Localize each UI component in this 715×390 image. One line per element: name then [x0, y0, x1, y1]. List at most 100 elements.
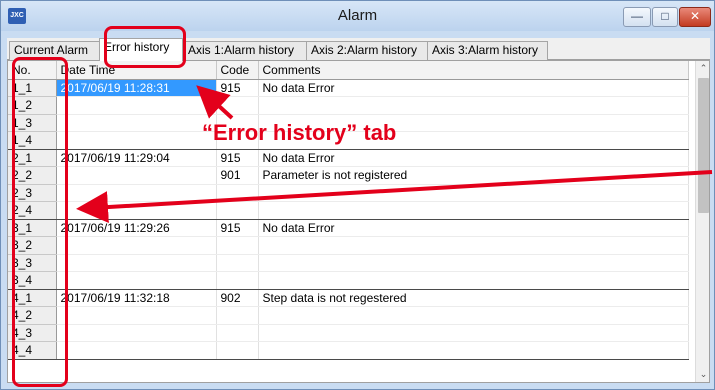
cell-code[interactable]: 915 — [216, 149, 259, 167]
column-header-no[interactable]: No. — [8, 61, 57, 80]
cell-no[interactable]: 3_1 — [8, 219, 57, 237]
cell-code[interactable]: 901 — [216, 166, 259, 185]
cell-no[interactable]: 3_3 — [8, 254, 57, 272]
cell-no[interactable]: 1_1 — [8, 79, 57, 97]
cell-no[interactable]: 3_2 — [8, 236, 57, 255]
cell-datetime[interactable] — [56, 201, 217, 220]
scroll-thumb[interactable] — [698, 78, 709, 213]
cell-datetime[interactable]: 2017/06/19 11:29:04 — [56, 149, 217, 167]
table-row[interactable]: 3_3 — [8, 254, 689, 272]
table-row[interactable]: 2_3 — [8, 184, 689, 202]
cell-comment[interactable]: No data Error — [258, 79, 689, 97]
cell-code[interactable] — [216, 271, 259, 290]
table-row[interactable]: 2_1 2017/06/19 11:29:04 915 No data Error — [8, 149, 689, 167]
cell-datetime[interactable] — [56, 236, 217, 255]
cell-datetime[interactable] — [56, 271, 217, 290]
table-row[interactable]: 3_1 2017/06/19 11:29:26 915 No data Error — [8, 219, 689, 237]
maximize-button[interactable]: □ — [652, 7, 678, 27]
cell-datetime[interactable]: 2017/06/19 11:32:18 — [56, 289, 217, 307]
table-row[interactable]: 3_4 — [8, 271, 689, 290]
cell-code[interactable] — [216, 236, 259, 255]
cell-datetime[interactable] — [56, 184, 217, 202]
cell-code[interactable]: 902 — [216, 289, 259, 307]
minimize-icon: — — [631, 9, 643, 23]
column-header-comments[interactable]: Comments — [258, 61, 689, 80]
cell-comment[interactable] — [258, 306, 689, 325]
cell-code[interactable] — [216, 324, 259, 342]
table-row[interactable]: 4_3 — [8, 324, 689, 342]
cell-datetime[interactable] — [56, 341, 217, 360]
cell-code[interactable] — [216, 341, 259, 360]
cell-datetime[interactable] — [56, 254, 217, 272]
cell-no[interactable]: 1_2 — [8, 96, 57, 115]
cell-comment[interactable] — [258, 341, 689, 360]
cell-datetime[interactable]: 2017/06/19 11:29:26 — [56, 219, 217, 237]
table-row[interactable]: 4_2 — [8, 306, 689, 325]
cell-no[interactable]: 2_2 — [8, 166, 57, 185]
tab-axis-1-alarm-history[interactable]: Axis 1:Alarm history — [183, 41, 307, 60]
tab-strip: Current Alarm Error history Axis 1:Alarm… — [7, 38, 710, 61]
cell-datetime[interactable] — [56, 114, 217, 132]
tab-current-alarm[interactable]: Current Alarm — [9, 41, 100, 60]
cell-no[interactable]: 3_4 — [8, 271, 57, 290]
cell-no[interactable]: 4_1 — [8, 289, 57, 307]
cell-comment[interactable] — [258, 254, 689, 272]
table-header-row: No. Date Time Code Comments — [8, 61, 689, 80]
tab-axis-2-alarm-history[interactable]: Axis 2:Alarm history — [306, 41, 428, 60]
cell-comment[interactable] — [258, 236, 689, 255]
cell-comment[interactable] — [258, 96, 689, 115]
close-button[interactable]: ✕ — [679, 7, 711, 27]
cell-comment[interactable] — [258, 324, 689, 342]
cell-datetime[interactable] — [56, 324, 217, 342]
maximize-icon: □ — [661, 9, 669, 23]
minimize-button[interactable]: — — [623, 7, 651, 27]
tab-error-history[interactable]: Error history — [99, 38, 183, 61]
cell-datetime[interactable] — [56, 166, 217, 185]
table-row[interactable]: 4_1 2017/06/19 11:32:18 902 Step data is no… — [8, 289, 689, 307]
cell-no[interactable]: 2_1 — [8, 149, 57, 167]
table-row[interactable]: 4_4 — [8, 341, 689, 360]
cell-comment[interactable]: Step data is not regestered — [258, 289, 689, 307]
cell-comment[interactable] — [258, 201, 689, 220]
cell-code[interactable] — [216, 96, 259, 115]
cell-code[interactable] — [216, 184, 259, 202]
cell-code[interactable] — [216, 254, 259, 272]
cell-comment[interactable]: Parameter is not registered — [258, 166, 689, 185]
column-header-date-time[interactable]: Date Time — [56, 61, 217, 80]
cell-no[interactable]: 4_2 — [8, 306, 57, 325]
cell-no[interactable]: 2_4 — [8, 201, 57, 220]
cell-datetime[interactable] — [56, 131, 217, 150]
cell-code[interactable] — [216, 306, 259, 325]
cell-code[interactable]: 915 — [216, 219, 259, 237]
cell-no[interactable]: 2_3 — [8, 184, 57, 202]
cell-comment[interactable]: No data Error — [258, 219, 689, 237]
cell-datetime[interactable] — [56, 306, 217, 325]
cell-comment[interactable] — [258, 271, 689, 290]
chevron-down-icon: ⌄ — [699, 369, 708, 379]
tab-axis-3-alarm-history[interactable]: Axis 3:Alarm history — [427, 41, 548, 60]
column-header-code[interactable]: Code — [216, 61, 259, 80]
cell-code[interactable]: 915 — [216, 79, 259, 97]
cell-no[interactable]: 4_4 — [8, 341, 57, 360]
cell-no[interactable]: 1_3 — [8, 114, 57, 132]
scroll-up-button[interactable]: ⌃ — [696, 61, 709, 76]
alarm-window: JXC Alarm — □ ✕ Current Alarm Error hist… — [0, 0, 715, 390]
table-row[interactable]: 2_2 901 Parameter is not registered — [8, 166, 689, 185]
cell-datetime[interactable]: 2017/06/19 11:28:31 — [56, 79, 217, 97]
cell-no[interactable]: 1_4 — [8, 131, 57, 150]
cell-comment[interactable] — [258, 184, 689, 202]
table-row[interactable]: 1_1 2017/06/19 11:28:31 915 No data Error — [8, 79, 689, 97]
annotation-label: “Error history” tab — [202, 120, 397, 145]
scroll-down-button[interactable]: ⌄ — [696, 367, 709, 382]
vertical-scrollbar[interactable]: ⌃ ⌄ — [695, 61, 709, 382]
error-history-grid: No. Date Time Code Comments 1_1 2017/06/1… — [7, 60, 710, 383]
table-row[interactable]: 2_4 — [8, 201, 689, 220]
table-row[interactable]: 1_2 — [8, 96, 689, 115]
cell-no[interactable]: 4_3 — [8, 324, 57, 342]
cell-code[interactable] — [216, 201, 259, 220]
window-title: Alarm — [337, 7, 378, 24]
cell-datetime[interactable] — [56, 96, 217, 115]
table-row[interactable]: 3_2 — [8, 236, 689, 255]
chevron-up-icon: ⌃ — [699, 63, 708, 73]
cell-comment[interactable]: No data Error — [258, 149, 689, 167]
